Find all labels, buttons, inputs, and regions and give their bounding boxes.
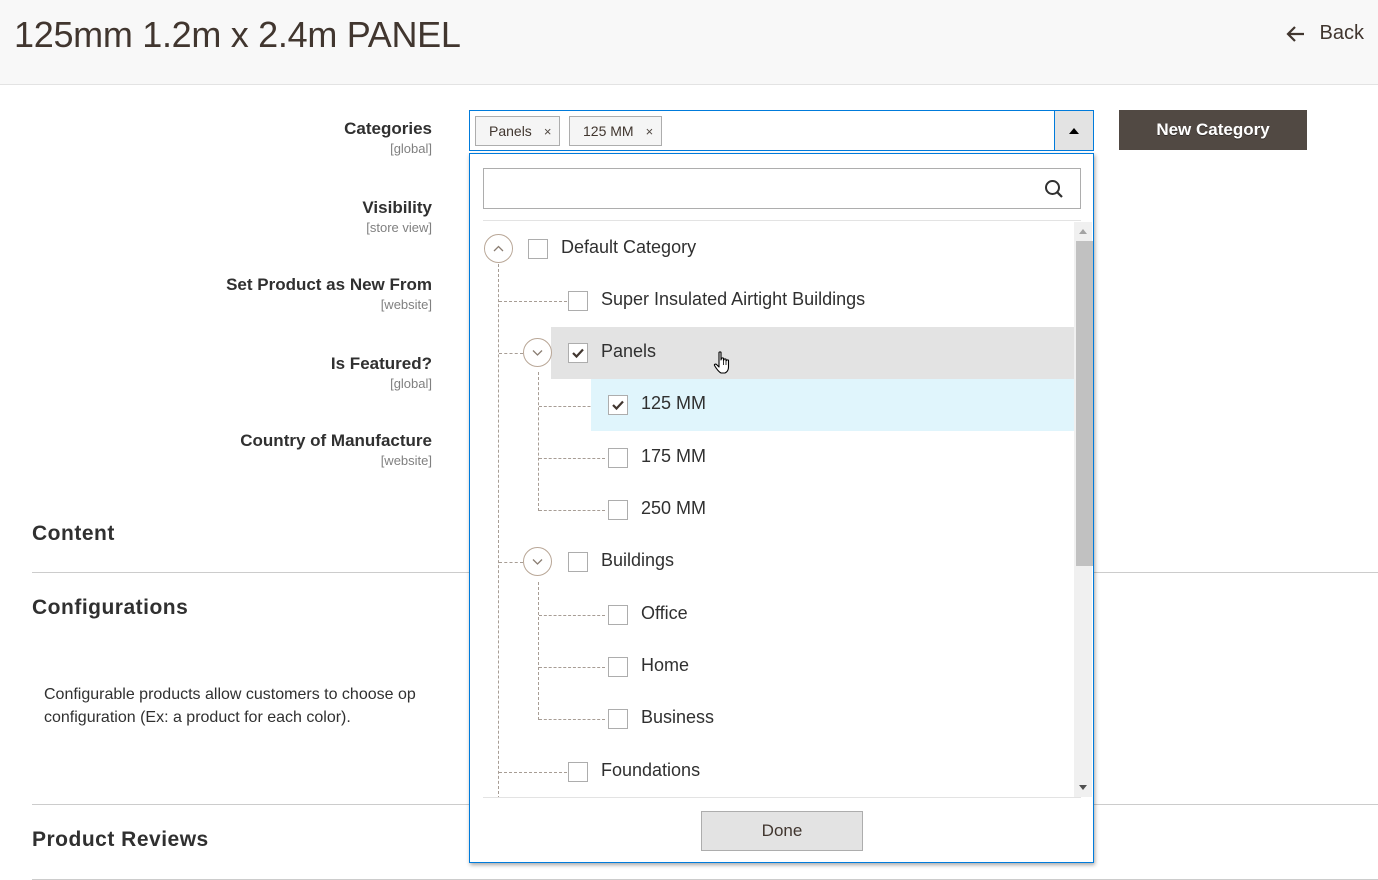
tree-checkbox[interactable] xyxy=(608,657,628,677)
tree-item-business[interactable]: Business xyxy=(470,693,1074,745)
tree-item-label[interactable]: Default Category xyxy=(561,237,696,258)
tree-checkbox[interactable] xyxy=(608,605,628,625)
done-button[interactable]: Done xyxy=(701,811,863,851)
tree-item-label[interactable]: Buildings xyxy=(601,550,674,571)
label-text: Set Product as New From xyxy=(226,275,432,294)
back-label: Back xyxy=(1319,22,1364,44)
categories-select[interactable]: Panels × 125 MM × xyxy=(469,110,1094,151)
tree-item-175mm[interactable]: 175 MM xyxy=(470,432,1074,484)
tree-item-250mm[interactable]: 250 MM xyxy=(470,484,1074,536)
category-search xyxy=(483,168,1081,209)
field-label-is-featured: Is Featured? [global] xyxy=(331,354,432,391)
checkmark-icon xyxy=(572,348,584,359)
tree-item-home[interactable]: Home xyxy=(470,641,1074,693)
search-icon[interactable] xyxy=(1044,179,1064,199)
tree-checkbox[interactable] xyxy=(608,448,628,468)
dropdown-toggle-button[interactable] xyxy=(1054,111,1093,150)
tree-item-default-category[interactable]: Default Category xyxy=(470,223,1074,275)
chip-label: 125 MM xyxy=(583,123,634,139)
triangle-up-icon xyxy=(1069,127,1079,134)
field-label-country: Country of Manufacture [website] xyxy=(240,431,432,468)
chip-125mm: 125 MM × xyxy=(569,116,663,146)
section-configurations[interactable]: Configurations xyxy=(32,596,188,620)
separator xyxy=(483,220,1081,221)
page-header: 125mm 1.2m x 2.4m PANEL Back xyxy=(0,0,1378,85)
separator xyxy=(483,797,1081,798)
tree-item-office[interactable]: Office xyxy=(470,589,1074,641)
remove-chip-icon[interactable]: × xyxy=(646,124,654,139)
tree-item-super-insulated[interactable]: Super Insulated Airtight Buildings xyxy=(470,275,1074,327)
tree-item-foundations[interactable]: Foundations xyxy=(470,746,1074,797)
section-product-reviews[interactable]: Product Reviews xyxy=(32,828,209,852)
tree-item-label[interactable]: Home xyxy=(641,655,689,676)
checkmark-icon xyxy=(612,400,624,411)
tree-item-125mm[interactable]: 125 MM xyxy=(470,379,1074,431)
category-search-input[interactable] xyxy=(484,169,1080,208)
category-tree: Default Category Super Insulated Airtigh… xyxy=(470,222,1074,797)
description-line: configuration (Ex: a product for each co… xyxy=(44,709,351,726)
expand-toggle[interactable] xyxy=(523,338,552,367)
description-line: Configurable products allow customers to… xyxy=(44,686,416,703)
scope-text: [website] xyxy=(380,297,432,312)
chevron-up-icon xyxy=(493,245,504,252)
back-button[interactable]: Back xyxy=(1285,22,1364,45)
chevron-down-icon xyxy=(532,350,543,356)
new-category-button[interactable]: New Category xyxy=(1119,110,1307,150)
field-label-new-from: Set Product as New From [website] xyxy=(226,275,432,312)
scope-text: [global] xyxy=(390,376,432,391)
chevron-down-icon xyxy=(532,559,543,565)
tree-checkbox[interactable] xyxy=(568,552,588,572)
scope-text: [store view] xyxy=(366,220,432,235)
tree-item-label[interactable]: Foundations xyxy=(601,760,700,781)
chip-label: Panels xyxy=(489,123,532,139)
hand-cursor-icon xyxy=(713,351,730,374)
scroll-up-arrow-icon[interactable] xyxy=(1079,229,1087,234)
tree-checkbox[interactable] xyxy=(568,762,588,782)
scope-text: [website] xyxy=(380,453,432,468)
tree-item-label[interactable]: Business xyxy=(641,707,714,728)
tree-item-label[interactable]: Office xyxy=(641,603,688,624)
tree-checkbox-checked[interactable] xyxy=(568,343,588,363)
remove-chip-icon[interactable]: × xyxy=(544,124,552,139)
scrollbar-thumb[interactable] xyxy=(1076,241,1093,566)
field-label-categories: Categories [global] xyxy=(344,119,432,156)
tree-checkbox-checked[interactable] xyxy=(608,395,628,415)
scope-text: [global] xyxy=(390,141,432,156)
tree-scrollbar[interactable] xyxy=(1074,222,1093,797)
configurations-description: Configurable products allow customers to… xyxy=(44,683,484,729)
label-text: Categories xyxy=(344,119,432,138)
tree-checkbox[interactable] xyxy=(528,239,548,259)
chip-panels: Panels × xyxy=(475,116,561,146)
expand-toggle[interactable] xyxy=(523,547,552,576)
collapse-toggle[interactable] xyxy=(484,234,513,263)
label-text: Is Featured? xyxy=(330,354,432,373)
arrow-left-icon xyxy=(1285,25,1304,42)
tree-item-buildings[interactable]: Buildings xyxy=(470,536,1074,588)
label-text: Country of Manufacture xyxy=(240,431,432,450)
tree-checkbox[interactable] xyxy=(608,709,628,729)
tree-checkbox[interactable] xyxy=(608,500,628,520)
tree-item-label[interactable]: Super Insulated Airtight Buildings xyxy=(601,289,865,310)
label-text: Visibility xyxy=(362,198,432,217)
tree-item-label[interactable]: 250 MM xyxy=(641,498,706,519)
field-label-visibility: Visibility [store view] xyxy=(362,198,432,235)
tree-item-label[interactable]: 175 MM xyxy=(641,446,706,467)
page-title: 125mm 1.2m x 2.4m PANEL xyxy=(14,14,461,55)
tree-item-label[interactable]: 125 MM xyxy=(641,393,706,414)
tree-item-label[interactable]: Panels xyxy=(601,341,656,362)
tree-item-panels[interactable]: Panels xyxy=(470,327,1074,379)
section-content[interactable]: Content xyxy=(32,522,115,546)
scroll-down-arrow-icon[interactable] xyxy=(1079,785,1087,790)
categories-dropdown: Default Category Super Insulated Airtigh… xyxy=(469,153,1094,863)
tree-checkbox[interactable] xyxy=(568,291,588,311)
